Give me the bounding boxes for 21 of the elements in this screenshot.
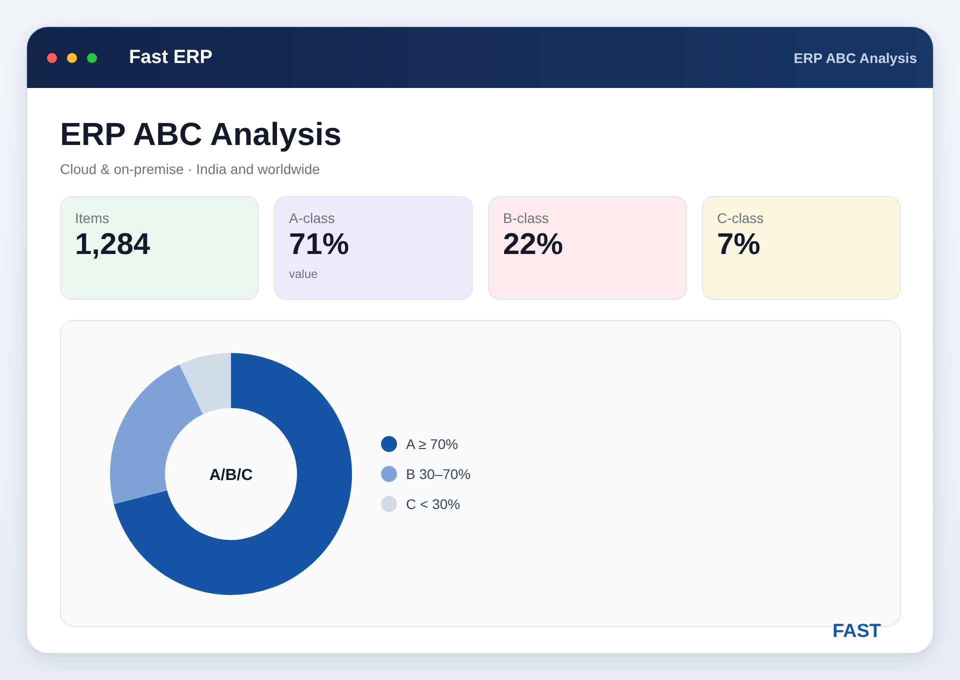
- legend-label: C < 30%: [406, 494, 460, 512]
- stat-note: value: [289, 266, 319, 282]
- stat-value: 7%: [717, 227, 762, 263]
- chart-center-label: A/B/C: [209, 466, 253, 484]
- legend-label: B 30–70%: [406, 464, 471, 482]
- stat-value: 71%: [289, 227, 350, 263]
- stat-label: A-class: [289, 209, 336, 227]
- window-title: ERP ABC Analysis: [794, 50, 917, 66]
- stat-label: B-class: [503, 209, 550, 227]
- legend-label: A ≥ 70%: [406, 434, 458, 452]
- stat-label: Items: [75, 209, 110, 227]
- page-title: ERP ABC Analysis: [60, 115, 343, 154]
- app-name: Fast ERP: [129, 46, 212, 68]
- stat-label: C-class: [717, 209, 765, 227]
- close-dot-icon[interactable]: [47, 52, 57, 62]
- maximize-dot-icon[interactable]: [87, 52, 97, 62]
- page-subtitle: Cloud & on-premise · India and worldwide: [60, 160, 321, 178]
- brand-logo: FAST: [832, 622, 881, 642]
- minimize-dot-icon[interactable]: [67, 52, 77, 62]
- stat-value: 22%: [503, 227, 564, 263]
- stat-value: 1,284: [75, 227, 152, 263]
